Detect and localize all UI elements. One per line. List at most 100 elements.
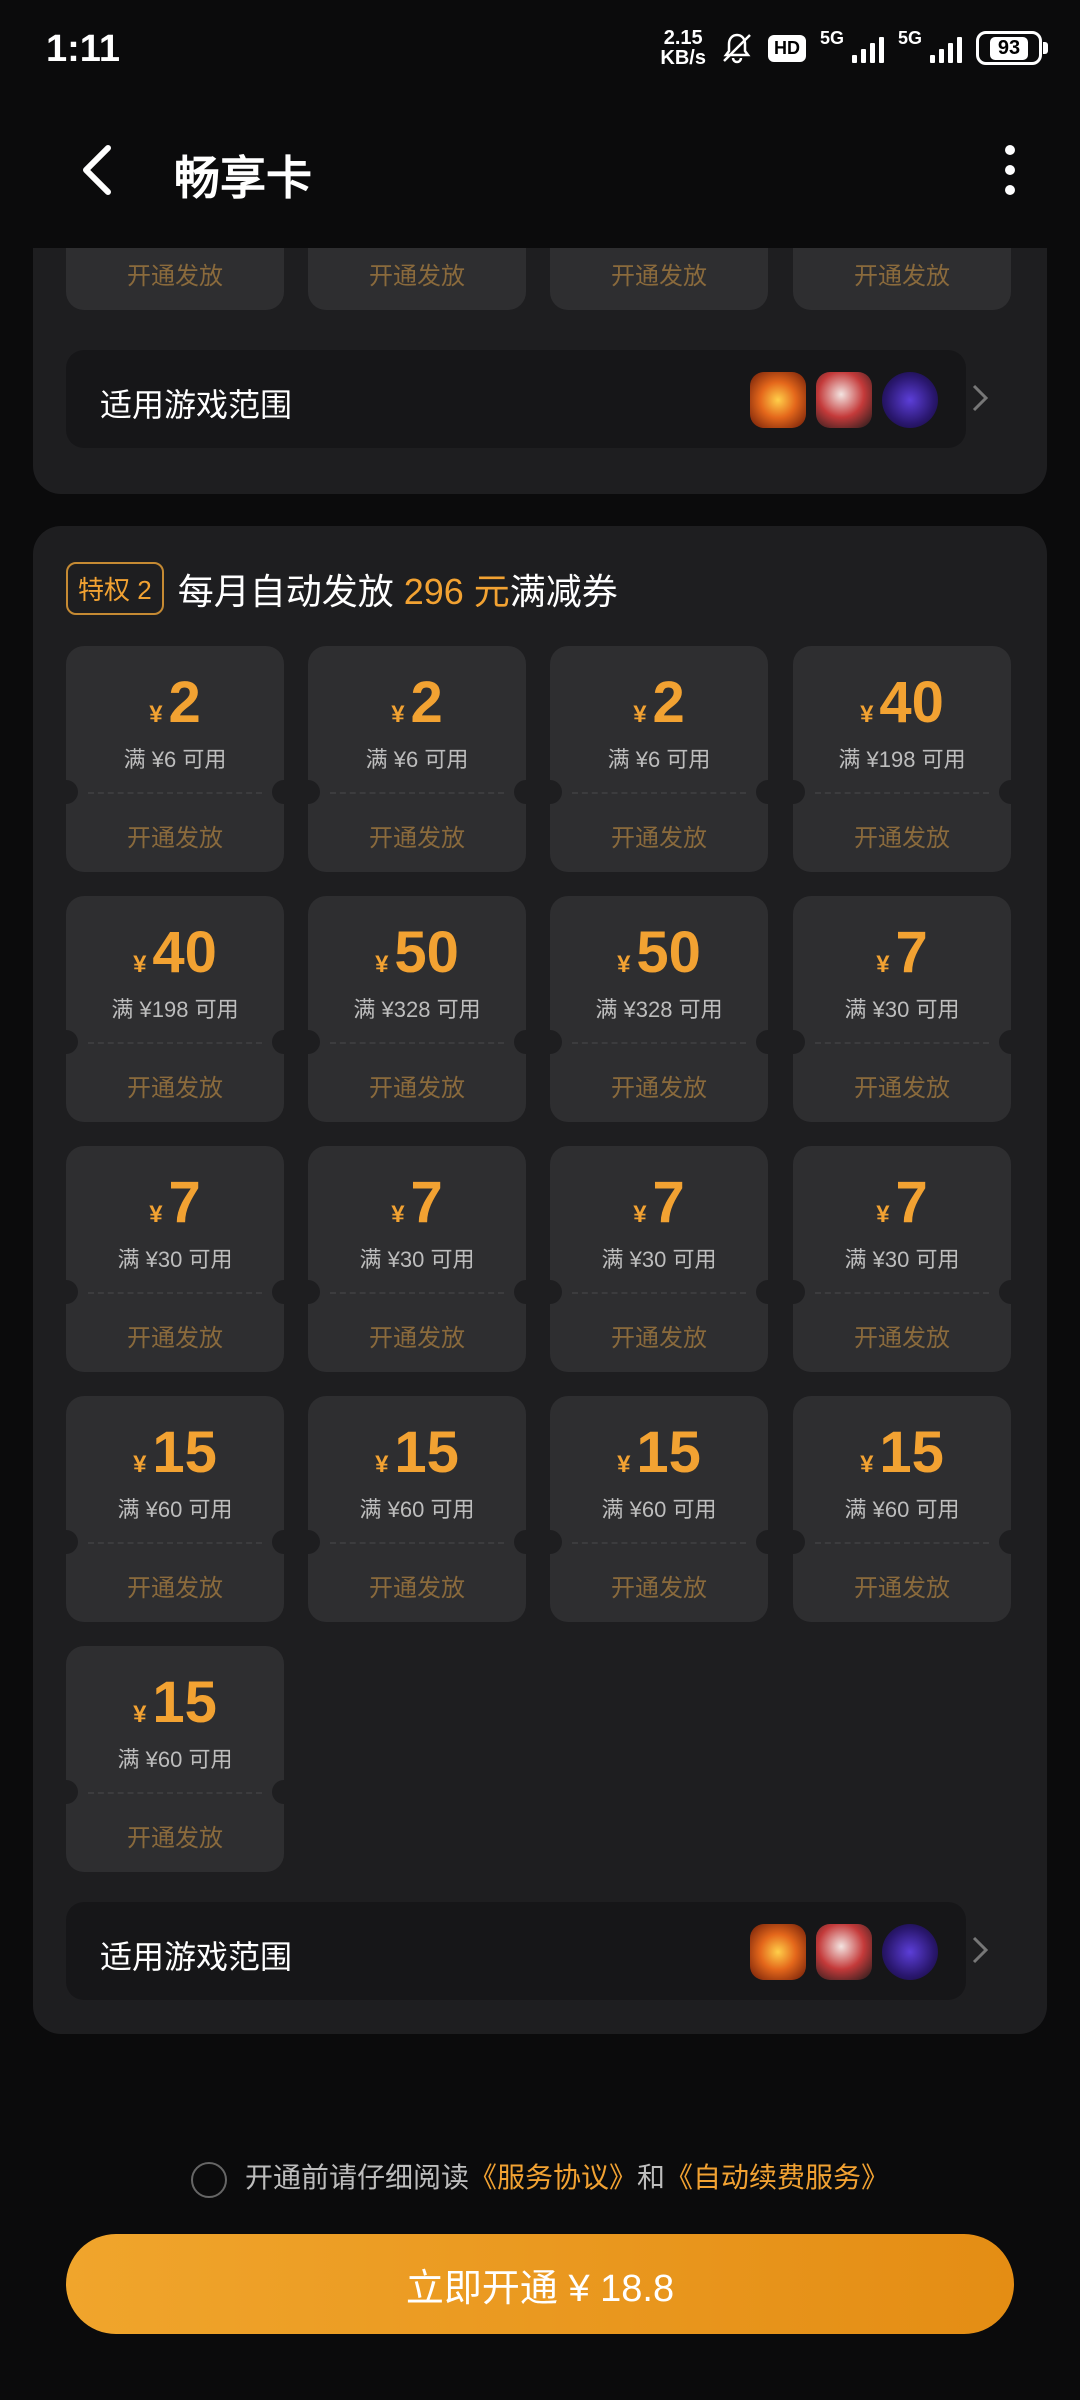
coupon-card[interactable]: ¥15 满 ¥60 可用 开通发放 (66, 1396, 284, 1622)
coupon-notch (999, 1530, 1011, 1554)
app-header: 畅享卡 (0, 100, 1080, 248)
chevron-right-icon (972, 384, 989, 412)
currency-symbol: ¥ (633, 701, 647, 728)
coupon-activate-label: 开通发放 (854, 263, 950, 290)
coupon-value: 2 (168, 670, 201, 735)
coupon-card[interactable]: ¥7 满 ¥30 可用 开通发放 (793, 896, 1011, 1122)
coupon-activate-label: 开通发放 (369, 1325, 465, 1352)
coupon-card[interactable]: ¥2 满 ¥6 可用 开通发放 (550, 646, 768, 872)
coupon-condition: 满 ¥60 可用 (601, 1497, 717, 1522)
currency-symbol: ¥ (375, 951, 389, 978)
coupon-activate-label: 开通发放 (854, 825, 950, 852)
coupon-value: 7 (168, 1170, 201, 1235)
coupon-card[interactable]: ¥15 满 ¥60 可用 开通发放 (66, 1646, 284, 1872)
currency-symbol: ¥ (133, 1451, 147, 1478)
chevron-right-icon (972, 1936, 989, 1964)
coupon-card[interactable]: ¥2 满 ¥6 可用 开通发放 (308, 646, 526, 872)
coupon-amount: ¥15 (550, 1418, 768, 1500)
coupon-notch (756, 780, 768, 804)
coupon-card[interactable]: 开通发放 (793, 248, 1011, 310)
coupon-condition: 满 ¥30 可用 (844, 997, 960, 1022)
currency-symbol: ¥ (860, 1451, 874, 1478)
more-menu-icon[interactable] (980, 140, 1040, 200)
game-icon (882, 1924, 938, 1980)
coupon-notch (793, 1280, 805, 1304)
coupon-condition: 满 ¥30 可用 (359, 1247, 475, 1272)
coupon-notch (272, 1530, 284, 1554)
service-agreement-link[interactable]: 《服务协议》 (469, 2162, 637, 2193)
coupon-notch (999, 780, 1011, 804)
coupon-activate-label: 开通发放 (369, 263, 465, 290)
coupon-amount: ¥15 (793, 1418, 1011, 1500)
game-icon (750, 372, 806, 428)
coupon-divider (815, 1292, 989, 1294)
coupon-value: 15 (636, 1420, 701, 1485)
coupon-condition: 满 ¥60 可用 (117, 1497, 233, 1522)
coupon-divider (572, 1042, 746, 1044)
coupon-card[interactable]: ¥2 满 ¥6 可用 开通发放 (66, 646, 284, 872)
applicable-games-row[interactable]: 适用游戏范围 (66, 350, 989, 448)
coupon-notch (272, 780, 284, 804)
coupon-card[interactable]: ¥50 满 ¥328 可用 开通发放 (308, 896, 526, 1122)
coupon-activate-label: 开通发放 (854, 1575, 950, 1602)
coupon-amount: ¥7 (793, 1168, 1011, 1250)
coupon-card[interactable]: ¥7 满 ¥30 可用 开通发放 (793, 1146, 1011, 1372)
applicable-games-label: 适用游戏范围 (100, 1939, 293, 1975)
coupon-condition: 满 ¥30 可用 (844, 1247, 960, 1272)
coupon-activate-label: 开通发放 (127, 1825, 223, 1852)
hd-voice-icon: HD (767, 34, 806, 62)
coupon-condition: 满 ¥60 可用 (117, 1747, 233, 1772)
coupon-divider (330, 1542, 504, 1544)
auto-renew-link[interactable]: 《自动续费服务》 (665, 2162, 889, 2193)
coupon-card[interactable]: ¥50 满 ¥328 可用 开通发放 (550, 896, 768, 1122)
coupon-condition: 满 ¥60 可用 (359, 1497, 475, 1522)
privilege-tag: 特权 2 (66, 562, 164, 615)
coupon-notch (66, 780, 78, 804)
coupon-notch (550, 1030, 562, 1054)
agree-checkbox[interactable] (190, 2161, 227, 2198)
coupon-amount: ¥2 (308, 668, 526, 750)
coupon-value: 50 (394, 920, 459, 985)
agreement-row: 开通前请仔细阅读《服务协议》和《自动续费服务》 (0, 2156, 1080, 2198)
coupon-value: 40 (879, 670, 944, 735)
coupon-activate-label: 开通发放 (127, 1075, 223, 1102)
coupon-condition: 满 ¥6 可用 (123, 747, 227, 772)
coupon-notch (308, 1530, 320, 1554)
game-icon (816, 372, 872, 428)
coupon-amount: ¥40 (66, 918, 284, 1000)
content-scroll[interactable]: 开通发放 开通发放 开通发放 开通发放 适用游戏范围 特权 2 每月自动发放 2… (0, 248, 1080, 2100)
coupon-activate-label: 开通发放 (369, 825, 465, 852)
coupon-card[interactable]: ¥7 满 ¥30 可用 开通发放 (550, 1146, 768, 1372)
coupon-notch (550, 1280, 562, 1304)
coupon-value: 2 (652, 670, 685, 735)
currency-symbol: ¥ (391, 1201, 405, 1228)
coupon-notch (756, 1280, 768, 1304)
coupon-card[interactable]: ¥40 满 ¥198 可用 开通发放 (66, 896, 284, 1122)
coupon-card[interactable]: ¥7 满 ¥30 可用 开通发放 (308, 1146, 526, 1372)
game-icon (816, 1924, 872, 1980)
coupon-divider (88, 1292, 262, 1294)
coupon-card[interactable]: 开通发放 (550, 248, 768, 310)
activate-now-button[interactable]: 立即开通 ¥ 18.8 (66, 2234, 1014, 2334)
currency-symbol: ¥ (876, 951, 890, 978)
net-speed-value: 2.15 (663, 27, 703, 49)
coupon-condition: 满 ¥6 可用 (607, 747, 711, 772)
sim1-network-type: 5G (819, 28, 844, 48)
currency-symbol: ¥ (149, 1201, 163, 1228)
applicable-games-label: 适用游戏范围 (100, 387, 293, 423)
coupon-card[interactable]: ¥15 满 ¥60 可用 开通发放 (308, 1396, 526, 1622)
coupon-card[interactable]: ¥7 满 ¥30 可用 开通发放 (66, 1146, 284, 1372)
game-icon (882, 372, 938, 428)
back-arrow-icon[interactable] (70, 140, 130, 200)
coupon-card[interactable]: ¥15 满 ¥60 可用 开通发放 (550, 1396, 768, 1622)
coupon-value: 7 (652, 1170, 685, 1235)
coupon-card[interactable]: 开通发放 (308, 248, 526, 310)
coupon-notch (308, 780, 320, 804)
coupon-divider (330, 792, 504, 794)
coupon-notch (514, 780, 526, 804)
coupon-card[interactable]: ¥40 满 ¥198 可用 开通发放 (793, 646, 1011, 872)
applicable-games-row[interactable]: 适用游戏范围 (66, 1902, 989, 2000)
coupon-card[interactable]: ¥15 满 ¥60 可用 开通发放 (793, 1396, 1011, 1622)
game-icon (750, 1924, 806, 1980)
coupon-card[interactable]: 开通发放 (66, 248, 284, 310)
